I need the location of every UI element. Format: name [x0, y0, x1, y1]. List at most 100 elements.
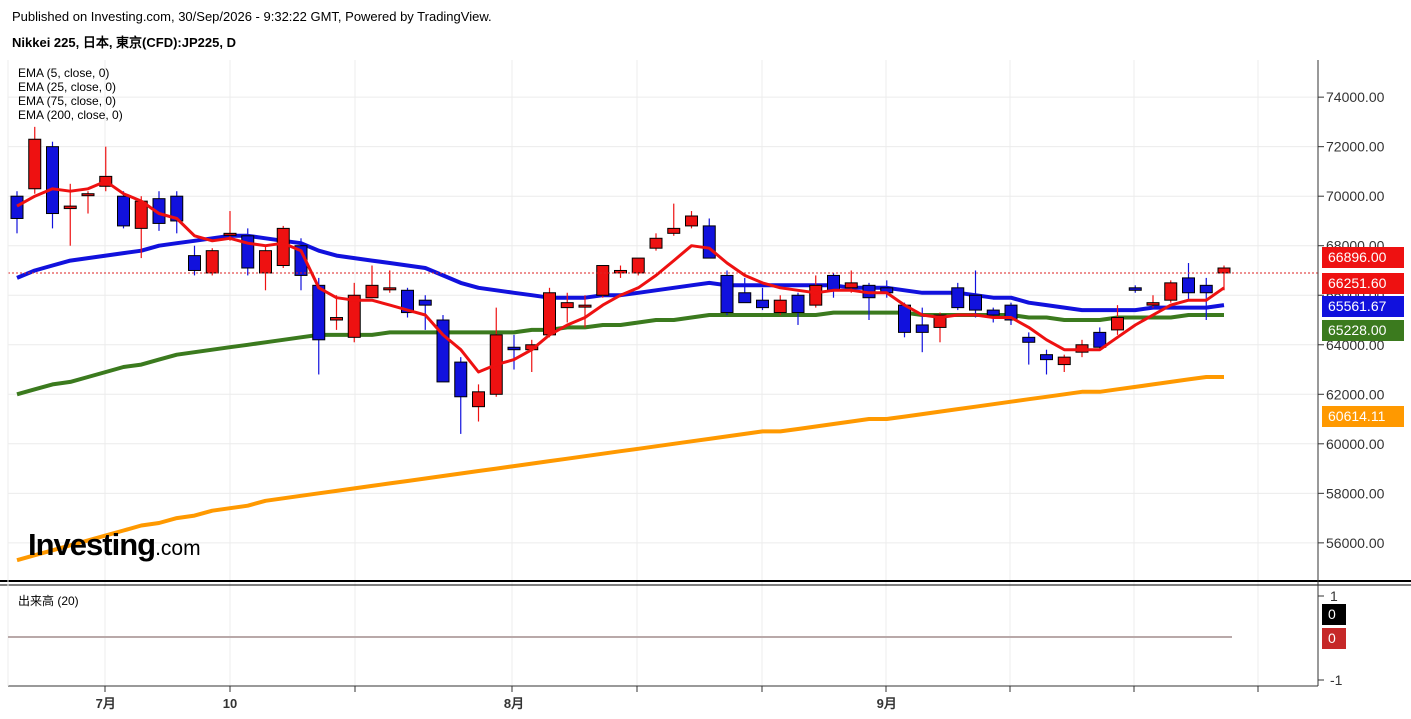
candle-body: [791, 294, 805, 314]
candle-body: [312, 284, 326, 341]
candle-body: [46, 146, 59, 215]
candle: [578, 295, 592, 328]
candle: [188, 245, 201, 276]
candle: [294, 238, 308, 291]
last-value-tag: 66896.00: [1322, 247, 1404, 268]
candles: [10, 126, 1231, 434]
candle-body: [1199, 284, 1213, 294]
candle-body: [1057, 356, 1071, 366]
candle-body: [259, 250, 272, 274]
chart-grid: [8, 60, 1318, 686]
candle: [365, 265, 379, 299]
y-tick-label: 60000.00: [1326, 436, 1385, 452]
candle-body: [827, 274, 840, 291]
candle-body: [1146, 302, 1160, 306]
volume-value-tag: 0: [1322, 628, 1346, 649]
candle-body: [1111, 317, 1124, 331]
candle: [1164, 280, 1178, 303]
axes: 74000.0072000.0070000.0068000.0066000.00…: [96, 89, 1385, 711]
candle: [401, 287, 414, 318]
last-value-tag: 60614.11: [1322, 406, 1404, 427]
candle: [667, 203, 681, 236]
candle-body: [1128, 287, 1142, 291]
candle: [276, 225, 290, 268]
candle: [347, 282, 361, 343]
candle: [63, 183, 77, 246]
candle-body: [365, 284, 379, 299]
candle-body: [986, 309, 1000, 316]
candle: [773, 295, 787, 316]
tag-label: 66896.00: [1328, 249, 1387, 265]
volume-y-tick-label: 1: [1330, 588, 1338, 604]
volume-value-tag: 0: [1322, 604, 1346, 625]
candle: [1217, 265, 1231, 291]
y-tick-label: 58000.00: [1326, 485, 1385, 501]
candle-body: [773, 299, 787, 314]
candle-body: [1022, 336, 1036, 343]
candle: [596, 265, 610, 298]
candle-body: [1040, 354, 1053, 361]
indicator-legend: EMA (5, close, 0)EMA (25, close, 0)EMA (…: [18, 66, 123, 122]
candle: [649, 233, 663, 251]
candle-body: [738, 292, 752, 304]
candle-body: [578, 304, 592, 308]
candle: [312, 277, 326, 375]
candle: [46, 141, 59, 229]
price-chart[interactable]: 74000.0072000.0070000.0068000.0066000.00…: [0, 0, 1411, 719]
candle-body: [223, 232, 237, 236]
candle: [205, 248, 219, 276]
tag-label: 66251.60: [1328, 275, 1387, 291]
candle-body: [809, 284, 823, 306]
ema75-series: [16, 310, 1224, 397]
indicator-label: EMA (75, close, 0): [18, 94, 116, 108]
candle-body: [28, 138, 42, 190]
y-tick-label: 74000.00: [1326, 89, 1385, 105]
ema75-line: [16, 310, 1224, 397]
y-tick-label: 70000.00: [1326, 188, 1385, 204]
candle: [543, 287, 556, 338]
candle: [614, 265, 627, 278]
investing-logo: Investing.com: [28, 527, 201, 563]
x-tick-label: 10: [223, 696, 237, 711]
candle-body: [898, 304, 911, 333]
candle-body: [205, 250, 219, 274]
candle: [827, 272, 840, 298]
volume-y-tick-label: -1: [1330, 672, 1343, 688]
candle: [720, 270, 734, 316]
x-tick-label: 7月: [96, 696, 116, 711]
candle-body: [383, 287, 397, 291]
candle-body: [188, 255, 201, 271]
candle-body: [756, 299, 769, 309]
candle-body: [507, 346, 521, 351]
candle: [489, 307, 503, 397]
candle-body: [915, 324, 929, 333]
candle-body: [649, 237, 663, 249]
last-value-tag: 65561.67: [1322, 296, 1404, 317]
candle: [472, 384, 485, 422]
candle: [685, 211, 698, 229]
candle-body: [969, 294, 982, 311]
candle-body: [1217, 267, 1231, 274]
candle: [507, 334, 521, 370]
candle: [10, 191, 24, 234]
candle-body: [685, 215, 698, 227]
indicator-label: EMA (5, close, 0): [18, 66, 109, 80]
candle: [1022, 332, 1036, 365]
overlay: [0, 60, 1411, 687]
candle: [330, 295, 343, 330]
indicator-label: EMA (25, close, 0): [18, 80, 116, 94]
candle: [28, 126, 42, 194]
candle-body: [951, 287, 965, 309]
candle: [454, 357, 468, 434]
candle: [1004, 302, 1018, 325]
candle: [241, 228, 255, 276]
logo-main: Investing: [28, 527, 156, 562]
candle: [81, 191, 95, 214]
y-tick-label: 62000.00: [1326, 386, 1385, 402]
candle-body: [454, 361, 468, 398]
candle: [631, 257, 645, 276]
candle-body: [667, 227, 681, 234]
volume-indicator-label: 出来高 (20): [18, 594, 79, 608]
candle-body: [844, 282, 858, 289]
candle-body: [560, 302, 574, 309]
